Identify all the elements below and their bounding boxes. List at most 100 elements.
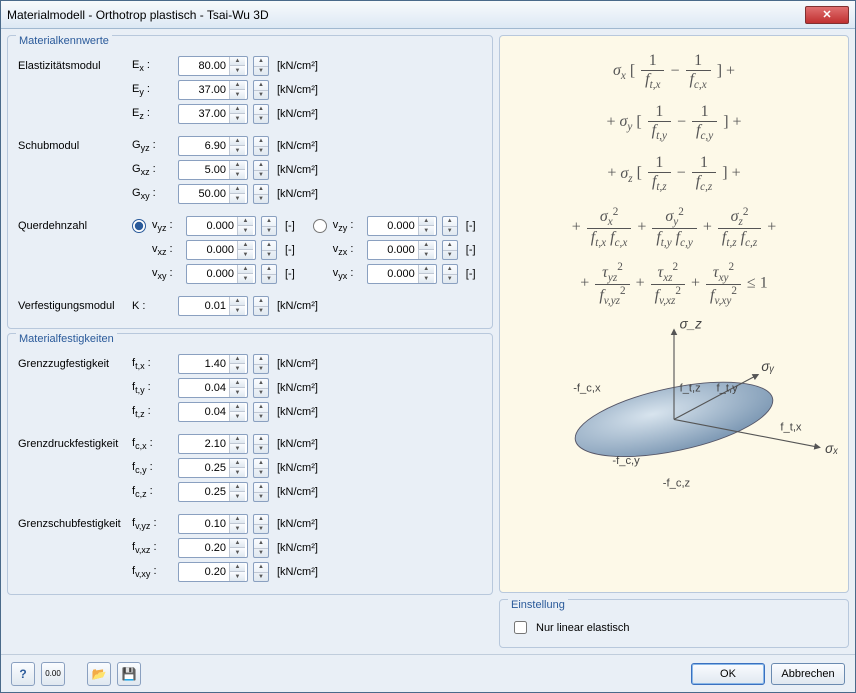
group-einstellung: Einstellung Nur linear elastisch	[499, 599, 849, 648]
svg-text:σᵧ: σᵧ	[761, 360, 774, 375]
close-button[interactable]: ✕	[805, 6, 849, 24]
label-verf: Verfestigungsmodul	[18, 300, 128, 312]
label-emodul: Elastizitätsmodul	[18, 60, 128, 72]
sym-ex: Ex :	[132, 59, 174, 73]
label-gschub: Grenzschubfestigkeit	[18, 518, 128, 530]
titlebar: Materialmodell - Orthotrop plastisch - T…	[1, 1, 855, 29]
step-vzy[interactable]: ▲▼	[442, 216, 458, 236]
input-fvxz[interactable]: ▲▼	[178, 538, 248, 558]
input-vxy[interactable]: ▲▼	[186, 264, 256, 284]
step-fty[interactable]: ▲▼	[253, 378, 269, 398]
input-ey[interactable]: ▲▼	[178, 80, 248, 100]
input-k[interactable]: ▲▼	[178, 296, 248, 316]
sym-fvyz: fv,yz :	[132, 517, 174, 531]
step-gyz[interactable]: ▲▼	[253, 136, 269, 156]
input-fcx[interactable]: ▲▼	[178, 434, 248, 454]
unit: [kN/cm²]	[277, 60, 318, 72]
input-fcy[interactable]: ▲▼	[178, 458, 248, 478]
input-gyz[interactable]: ▲▼	[178, 136, 248, 156]
svg-text:σₓ: σₓ	[825, 441, 838, 456]
radio-vyz[interactable]	[132, 219, 146, 233]
group-materialfestigkeiten: Materialfestigkeiten Grenzzugfestigkeit …	[7, 333, 493, 595]
input-ftz[interactable]: ▲▼	[178, 402, 248, 422]
step-fvxy[interactable]: ▲▼	[253, 562, 269, 582]
step-fvyz[interactable]: ▲▼	[253, 514, 269, 534]
sym-gxz: Gxz :	[132, 163, 174, 177]
svg-text:f_t,y: f_t,y	[717, 383, 739, 395]
left-column: Materialkennwerte Elastizitätsmodul Ex :…	[7, 35, 493, 648]
step-vxz[interactable]: ▲▼	[261, 240, 277, 260]
cancel-button[interactable]: Abbrechen	[771, 663, 845, 685]
step-vzx[interactable]: ▲▼	[442, 240, 458, 260]
units-button[interactable]: 0.00	[41, 662, 65, 686]
step-ftx[interactable]: ▲▼	[253, 354, 269, 374]
sym-vzy: vzy :	[333, 219, 363, 233]
svg-text:σ_z: σ_z	[680, 317, 703, 332]
sym-ez: Ez :	[132, 107, 174, 121]
help-icon: ?	[19, 667, 26, 681]
save-icon: 💾	[122, 667, 137, 681]
content-area: Materialkennwerte Elastizitätsmodul Ex :…	[1, 29, 855, 654]
step-ey[interactable]: ▲▼	[253, 80, 269, 100]
group-title: Materialfestigkeiten	[16, 333, 117, 345]
input-fcz[interactable]: ▲▼	[178, 482, 248, 502]
step-ftz[interactable]: ▲▼	[253, 402, 269, 422]
svg-text:-f_c,z: -f_c,z	[663, 478, 691, 490]
input-gxz[interactable]: ▲▼	[178, 160, 248, 180]
step-ez[interactable]: ▲▼	[253, 104, 269, 124]
open-button[interactable]: 📂	[87, 662, 111, 686]
checkbox-linear-elastisch[interactable]: Nur linear elastisch	[510, 618, 838, 637]
input-vzx[interactable]: ▲▼	[367, 240, 437, 260]
sym-ftx: ft,x :	[132, 357, 174, 371]
sym-vyz: vyz :	[152, 219, 182, 233]
step-gxy[interactable]: ▲▼	[253, 184, 269, 204]
step-k[interactable]: ▲▼	[253, 296, 269, 316]
stress-ellipsoid-icon: σₓ σᵧ σ_z f_t,x -f_c,x f_t,y -f_c,y f_t,…	[506, 313, 842, 503]
sym-fvxy: fv,xy :	[132, 565, 174, 579]
label-zug: Grenzzugfestigkeit	[18, 358, 128, 370]
sym-vzx: vzx :	[333, 243, 363, 257]
step-vyz[interactable]: ▲▼	[261, 216, 277, 236]
svg-text:f_t,x: f_t,x	[780, 422, 802, 434]
step-fcz[interactable]: ▲▼	[253, 482, 269, 502]
sym-fcy: fc,y :	[132, 461, 174, 475]
step-fcy[interactable]: ▲▼	[253, 458, 269, 478]
right-column: σx [ 1ft,x − 1fc,x ] + + σy [ 1ft,y − 1f…	[499, 35, 849, 648]
units-icon: 0.00	[45, 669, 61, 678]
input-fvxy[interactable]: ▲▼	[178, 562, 248, 582]
input-vyx[interactable]: ▲▼	[367, 264, 437, 284]
help-button[interactable]: ?	[11, 662, 35, 686]
input-vyz[interactable]: ▲▼	[186, 216, 256, 236]
radio-vzy[interactable]	[313, 219, 327, 233]
input-ez[interactable]: ▲▼	[178, 104, 248, 124]
input-vzy[interactable]: ▲▼	[367, 216, 437, 236]
input-ex[interactable]: ▲▼	[178, 56, 248, 76]
sym-ftz: ft,z :	[132, 405, 174, 419]
step-ex[interactable]: ▲▼	[253, 56, 269, 76]
ok-button[interactable]: OK	[691, 663, 765, 685]
step-gxz[interactable]: ▲▼	[253, 160, 269, 180]
checkbox-input[interactable]	[514, 621, 527, 634]
step-fcx[interactable]: ▲▼	[253, 434, 269, 454]
sym-fcz: fc,z :	[132, 485, 174, 499]
label-schub: Schubmodul	[18, 140, 128, 152]
svg-text:f_t,z: f_t,z	[680, 383, 702, 395]
save-button[interactable]: 💾	[117, 662, 141, 686]
formula-panel: σx [ 1ft,x − 1fc,x ] + + σy [ 1ft,y − 1f…	[499, 35, 849, 593]
svg-text:-f_c,x: -f_c,x	[573, 383, 601, 395]
label-druck: Grenzdruckfestigkeit	[18, 438, 128, 450]
input-fvyz[interactable]: ▲▼	[178, 514, 248, 534]
dialog-window: Materialmodell - Orthotrop plastisch - T…	[0, 0, 856, 693]
spin-down-icon: ▼	[230, 66, 245, 75]
sym-gxy: Gxy :	[132, 187, 174, 201]
sym-vxz: vxz :	[152, 243, 182, 257]
step-vyx[interactable]: ▲▼	[442, 264, 458, 284]
input-ftx[interactable]: ▲▼	[178, 354, 248, 374]
input-fty[interactable]: ▲▼	[178, 378, 248, 398]
folder-open-icon: 📂	[92, 667, 107, 681]
step-vxy[interactable]: ▲▼	[261, 264, 277, 284]
svg-text:-f_c,y: -f_c,y	[612, 455, 640, 467]
input-gxy[interactable]: ▲▼	[178, 184, 248, 204]
input-vxz[interactable]: ▲▼	[186, 240, 256, 260]
step-fvxz[interactable]: ▲▼	[253, 538, 269, 558]
